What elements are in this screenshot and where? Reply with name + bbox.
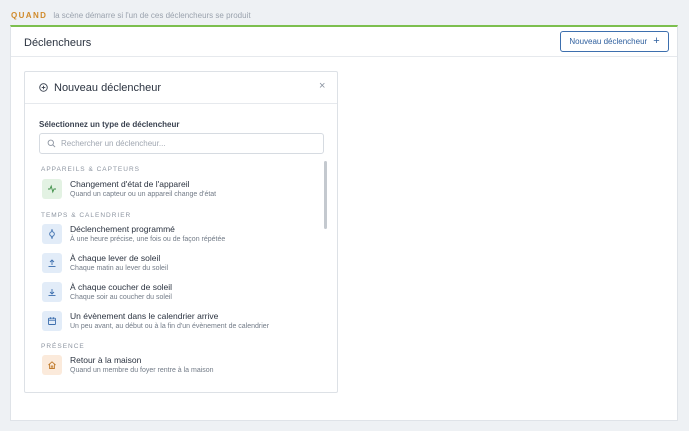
close-icon[interactable]: × bbox=[319, 81, 325, 92]
trigger-type-list[interactable]: APPAREILS & CAPTEURS Changement d'état d… bbox=[25, 159, 325, 391]
item-subtitle: Chaque matin au lever du soleil bbox=[70, 265, 169, 272]
list-item-calendar-event[interactable]: Un évènement dans le calendrier arrive U… bbox=[39, 308, 319, 334]
item-title: Changement d'état de l'appareil bbox=[70, 179, 190, 189]
new-trigger-button-label: Nouveau déclencheur bbox=[569, 37, 648, 46]
item-icon-box bbox=[42, 282, 62, 302]
plus-circle-icon bbox=[39, 83, 48, 92]
trigger-search bbox=[39, 133, 324, 154]
card-title: Nouveau déclencheur bbox=[54, 82, 162, 94]
new-trigger-card: Nouveau déclencheur × Sélectionnez un ty… bbox=[24, 71, 338, 393]
when-tag: QUAND bbox=[11, 10, 48, 20]
select-type-label: Sélectionnez un type de déclencheur bbox=[39, 120, 180, 129]
sunset-icon bbox=[48, 289, 56, 296]
calendar-icon bbox=[48, 317, 56, 325]
list-item-device-state[interactable]: Changement d'état de l'appareil Quand un… bbox=[39, 176, 319, 202]
card-header: Nouveau déclencheur × bbox=[25, 72, 337, 104]
item-subtitle: Un peu avant, au début ou à la fin d'un … bbox=[70, 323, 270, 330]
item-title: À chaque lever de soleil bbox=[70, 253, 161, 263]
list-item-scheduled[interactable]: Déclenchement programmé À une heure préc… bbox=[39, 221, 319, 247]
triggers-panel-header: Déclencheurs Nouveau déclencheur + bbox=[11, 27, 677, 57]
search-icon bbox=[47, 139, 56, 148]
item-title: Retour à la maison bbox=[70, 355, 142, 365]
home-icon bbox=[48, 361, 56, 369]
panel-title: Déclencheurs bbox=[24, 37, 92, 49]
item-icon-box bbox=[42, 311, 62, 331]
sunrise-icon bbox=[48, 259, 56, 267]
watch-icon bbox=[49, 229, 55, 239]
list-item-sunset[interactable]: À chaque coucher de soleil Chaque soir a… bbox=[39, 279, 319, 305]
when-description: la scène démarre si l'un de ces déclench… bbox=[53, 10, 251, 20]
item-icon-box bbox=[42, 355, 62, 375]
item-subtitle: À une heure précise, une fois ou de faço… bbox=[70, 236, 226, 243]
item-title: Un évènement dans le calendrier arrive bbox=[70, 311, 219, 321]
list-item-return-home[interactable]: Retour à la maison Quand un membre du fo… bbox=[39, 352, 319, 378]
plus-icon: + bbox=[653, 35, 660, 47]
activity-icon bbox=[48, 184, 56, 194]
item-title: À chaque coucher de soleil bbox=[70, 282, 173, 292]
list-item-sunrise[interactable]: À chaque lever de soleil Chaque matin au… bbox=[39, 250, 319, 276]
group-label-presence: PRÉSENCE bbox=[41, 343, 85, 350]
search-input[interactable] bbox=[61, 135, 319, 152]
item-subtitle: Quand un membre du foyer rentre à la mai… bbox=[70, 367, 214, 374]
item-subtitle: Quand un capteur ou un appareil change d… bbox=[70, 191, 217, 198]
scene-trigger-intro: QUAND la scène démarre si l'un de ces dé… bbox=[11, 8, 251, 22]
item-title: Déclenchement programmé bbox=[70, 224, 175, 234]
list-scrollbar[interactable] bbox=[324, 161, 327, 229]
group-label-devices: APPAREILS & CAPTEURS bbox=[41, 166, 140, 173]
group-label-time: TEMPS & CALENDRIER bbox=[41, 212, 132, 219]
new-trigger-button[interactable]: Nouveau déclencheur + bbox=[560, 31, 669, 52]
item-icon-box bbox=[42, 224, 62, 244]
triggers-panel: Déclencheurs Nouveau déclencheur + Nouve… bbox=[10, 25, 678, 421]
item-icon-box bbox=[42, 253, 62, 273]
item-subtitle: Chaque soir au coucher du soleil bbox=[70, 294, 172, 301]
item-icon-box bbox=[42, 179, 62, 199]
